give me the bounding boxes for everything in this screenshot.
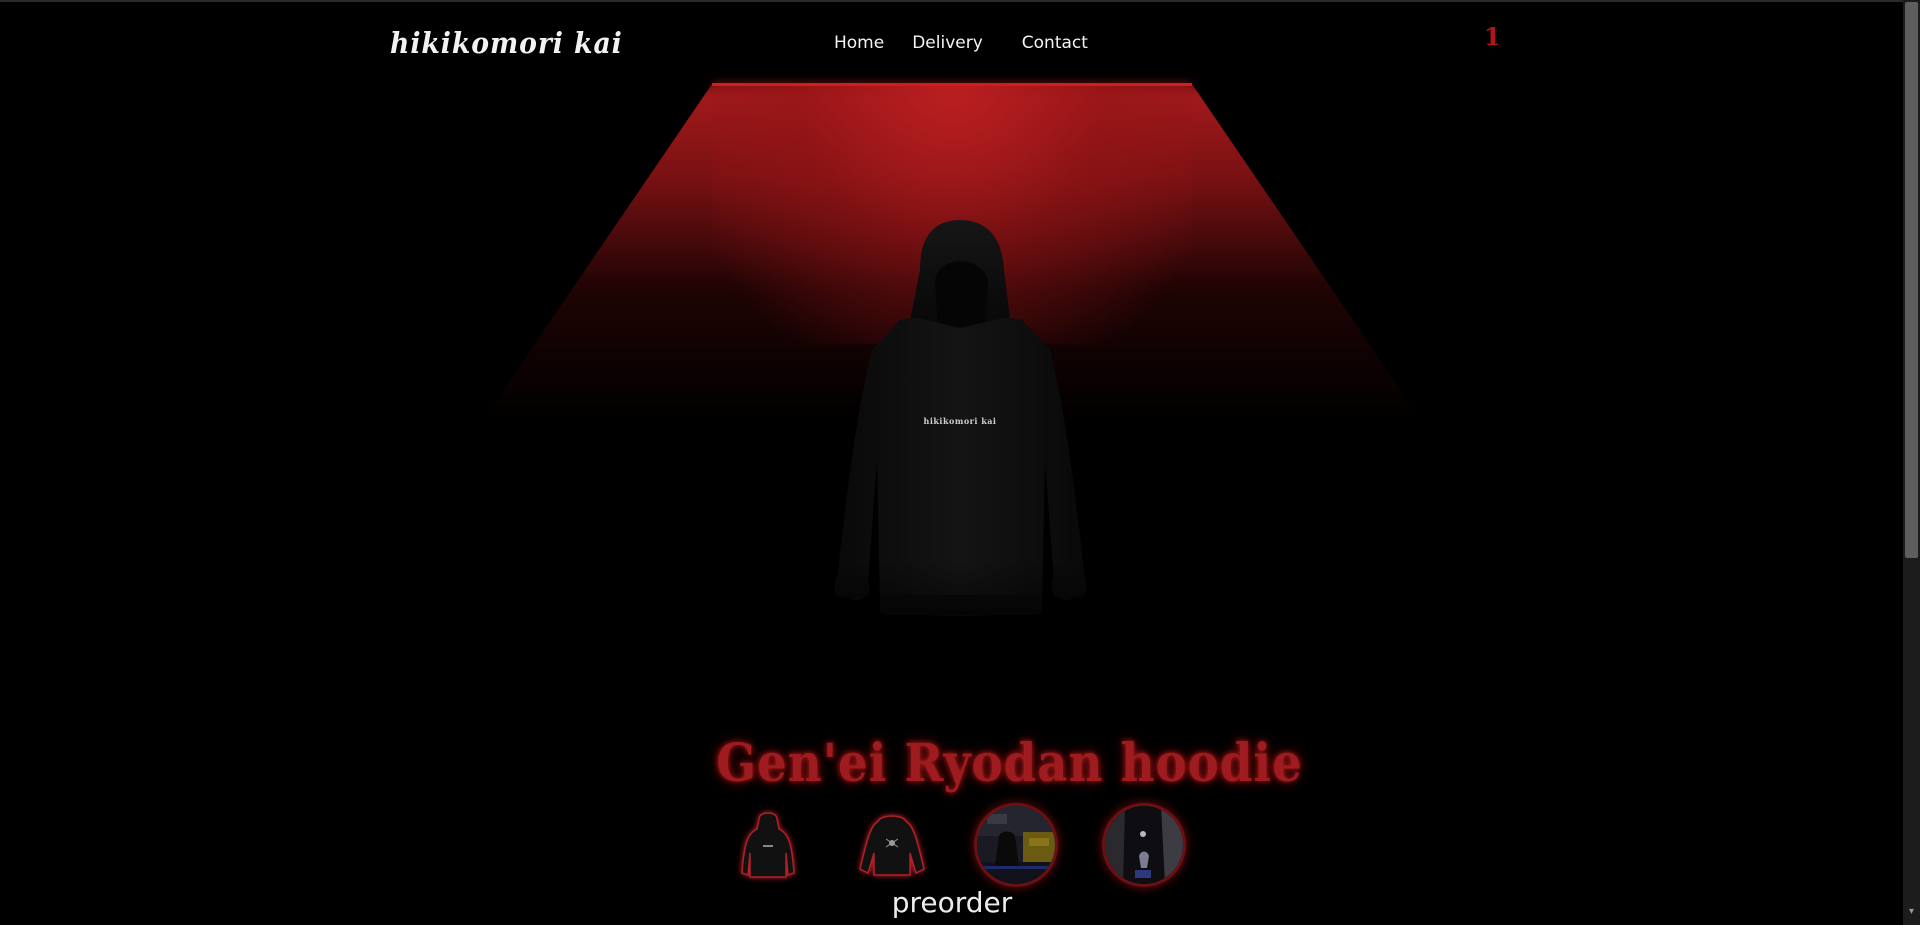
product-thumbnails <box>726 803 1186 887</box>
scrollbar-thumb[interactable] <box>1905 2 1918 558</box>
nav-contact-link[interactable]: Contact <box>1022 33 1088 53</box>
cart-button[interactable]: 1 <box>1484 22 1501 51</box>
site-logo[interactable]: hikikomori kai <box>390 26 623 60</box>
model-photo-icon <box>1105 806 1183 884</box>
nav-home-link[interactable]: Home <box>834 33 884 53</box>
chevron-down-icon[interactable]: ▾ <box>1905 903 1918 921</box>
nav-delivery-link[interactable]: Delivery <box>912 33 983 53</box>
hoodie-back-icon <box>859 815 925 876</box>
street-photo-icon <box>977 806 1055 884</box>
thumbnail-hoodie-back[interactable] <box>850 803 934 887</box>
page: hikikomori kai Home Delivery Contact 1 h… <box>0 0 1920 925</box>
main-nav: Home Delivery Contact <box>834 33 1088 53</box>
hoodie-brand-print: hikikomori kai <box>923 416 997 426</box>
thumbnail-photo-model[interactable] <box>1102 803 1186 887</box>
cart-count-badge: 1 <box>1484 22 1501 51</box>
product-title: Gen'ei Ryodan hoodie <box>716 733 1303 794</box>
site-header: hikikomori kai Home Delivery Contact 1 <box>0 0 1903 90</box>
hoodie-fade-overlay <box>760 560 1160 650</box>
thumbnail-hoodie-front[interactable] <box>726 803 810 887</box>
thumbnail-photo-street[interactable] <box>974 803 1058 887</box>
hoodie-front-icon <box>741 812 795 878</box>
preorder-button[interactable]: preorder <box>842 884 1062 922</box>
